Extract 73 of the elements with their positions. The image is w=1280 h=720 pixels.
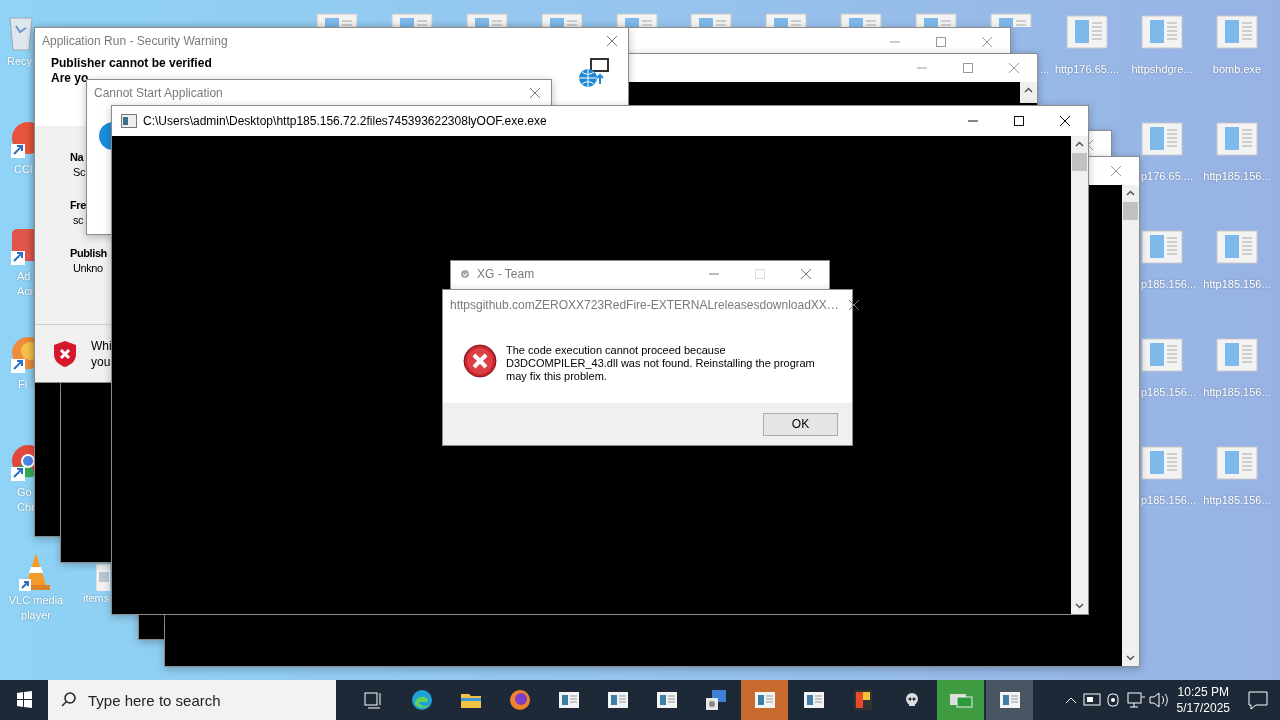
clock-date[interactable]: 5/17/2025 [1176, 700, 1230, 716]
file-icon[interactable] [1216, 15, 1258, 49]
image-file-icon[interactable] [96, 564, 110, 591]
file-icon[interactable] [541, 13, 583, 27]
field-label: Publish [70, 246, 107, 261]
icon-label: http185.156... [1203, 385, 1271, 400]
file-icon[interactable] [616, 13, 658, 27]
scroll-thumb[interactable] [1123, 202, 1138, 220]
icon-label: p185.156... [1141, 385, 1197, 400]
file-icon[interactable] [1216, 122, 1258, 156]
warning-text: you [91, 353, 111, 370]
ok-button[interactable]: OK [763, 412, 838, 436]
file-icon[interactable] [466, 13, 508, 27]
search-icon [60, 691, 78, 709]
icon-label: Chr [16, 500, 36, 515]
taskbar-button[interactable] [986, 680, 1033, 720]
file-icon[interactable] [915, 13, 957, 27]
field-label: Na [70, 150, 84, 165]
warning-text: Whi [91, 337, 112, 354]
file-icon[interactable] [1216, 338, 1258, 372]
icon-label: Fi [17, 377, 29, 392]
warning-heading: Publisher cannot be verified [51, 56, 212, 71]
icon-label: player [20, 608, 52, 623]
file-icon[interactable] [1216, 446, 1258, 480]
console-app-icon [121, 114, 137, 128]
shield-icon [52, 339, 78, 368]
file-icon[interactable] [1216, 230, 1258, 264]
file-icon[interactable] [765, 13, 807, 27]
globe-icon [578, 58, 610, 88]
file-icon[interactable] [316, 13, 358, 27]
info-icon [99, 122, 111, 150]
app-icon [460, 269, 470, 279]
search-field[interactable]: Type here to search [48, 680, 336, 720]
window-title: httpsgithub.comZEROXX723RedFire-EXTERNALreleasesdownloadXX… [449, 298, 839, 312]
error-message: The code execution cannot proceed because D3DCOMPILER_43.dll was not found. Reinstalling the program may fix this problem. [506, 344, 816, 383]
icon-label: http185.156... [1203, 493, 1271, 508]
file-icon[interactable] [1141, 446, 1183, 480]
window-title: Application Run - Security Warning [41, 34, 229, 48]
icon-label: Acr [16, 284, 35, 299]
file-icon[interactable] [1141, 338, 1183, 372]
field-value: Unkno [72, 261, 103, 276]
file-icon[interactable] [1141, 15, 1183, 49]
file-icon[interactable] [391, 13, 433, 27]
field-value: sc [72, 213, 84, 228]
icon-label: CCl [13, 162, 34, 177]
clock-time[interactable]: 10:25 PM [1177, 684, 1229, 700]
field-label: Fre [70, 198, 86, 213]
icon-label: http185.156... [1203, 169, 1271, 184]
icon-label: p185.156... [1141, 493, 1197, 508]
file-icon[interactable] [1141, 230, 1183, 264]
icon-label: p176.65.... [1141, 169, 1193, 184]
scroll-up-icon[interactable] [1020, 82, 1037, 103]
icon-label: http185.156... [1203, 277, 1271, 292]
file-icon[interactable] [1141, 122, 1183, 156]
icon-label: bomb.exe [1212, 62, 1262, 77]
icon-label: Ad [16, 269, 32, 284]
file-icon[interactable] [840, 13, 882, 27]
file-icon[interactable] [990, 13, 1032, 27]
icon-label: Go [16, 485, 33, 500]
field-value: Sc [72, 165, 86, 180]
icon-label: items [82, 591, 111, 606]
icon-label: ... [1040, 62, 1050, 77]
window-title: XG - Team [476, 267, 536, 281]
icon-label: http176.65.... [1054, 62, 1120, 77]
icon-label: p185.156... [1141, 277, 1197, 292]
scroll-thumb[interactable] [1072, 153, 1087, 171]
error-icon [463, 344, 497, 378]
file-icon[interactable] [1066, 15, 1108, 49]
icon-label: httpshdgre... [1131, 62, 1193, 77]
window-title: Cannot Start Application [93, 86, 224, 100]
window-title: C:\Users\admin\Desktop\http185.156.72.2files745393622308lyOOF.exe.exe [142, 114, 548, 128]
file-icon[interactable] [690, 13, 732, 27]
icon-label: VLC media [7, 593, 65, 608]
